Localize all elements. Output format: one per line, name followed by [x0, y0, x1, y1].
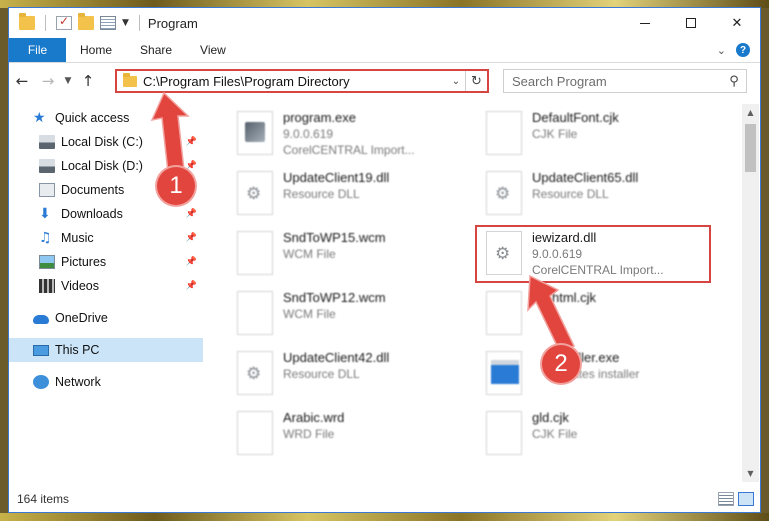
arrow-to-address-bar: [150, 91, 190, 173]
annotation-arrows: [150, 91, 576, 353]
step-2-badge: 2: [542, 345, 580, 383]
arrow-to-iewizard: [527, 274, 576, 353]
step-1-badge: 1: [157, 167, 195, 205]
